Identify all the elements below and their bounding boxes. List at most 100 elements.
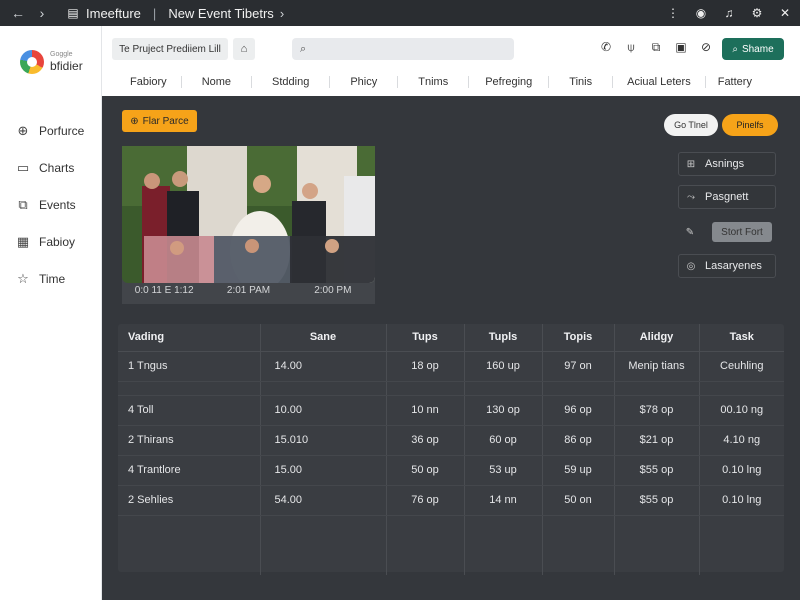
table-row[interactable]: 1 Tngus 14.00 18 op 160 up 97 on Menip t… xyxy=(118,351,784,382)
chevron-right-icon: › xyxy=(279,5,285,21)
table-empty-row xyxy=(118,515,784,575)
table-cell: 2 Sehlies xyxy=(118,485,261,516)
tab-tnims[interactable]: Tnims xyxy=(398,76,470,88)
logo-icon xyxy=(20,50,44,74)
table-cell: 54.00 xyxy=(260,485,387,516)
tab-phicy[interactable]: Phicy xyxy=(330,76,399,88)
table-cell: $78 op xyxy=(614,395,700,426)
table-row[interactable]: 2 Sehlies 54.00 76 op 14 nn 50 on $55 op… xyxy=(118,485,784,516)
column-header[interactable]: Vading xyxy=(118,324,261,352)
more-icon[interactable]: ⋮ xyxy=(666,6,680,20)
sidebar-item-label: Porfurce xyxy=(39,123,85,138)
app-title[interactable]: Imeefture xyxy=(86,6,141,21)
pinelfs-button[interactable]: Pinelfs xyxy=(722,114,778,136)
gear-icon[interactable]: ⚙ xyxy=(750,6,764,20)
table-row[interactable]: 4 Toll 10.00 10 nn 130 op 96 op $78 op 0… xyxy=(118,395,784,426)
search-input[interactable] xyxy=(312,43,493,55)
panel-item-label: Asnings xyxy=(705,158,745,170)
panel-item-lasaryenes[interactable]: ◎ Lasaryenes xyxy=(678,254,776,278)
table-cell: 10.00 xyxy=(260,395,387,426)
table-cell: $55 op xyxy=(614,455,700,486)
table-cell: 53 up xyxy=(464,455,543,486)
table-row[interactable]: 4 Trantlore 15.00 50 op 53 up 59 up $55 … xyxy=(118,455,784,486)
timestamp: 2:01 PAM xyxy=(226,285,271,296)
table-cell: 130 op xyxy=(464,395,543,426)
tag-icon[interactable]: ▣ xyxy=(674,40,688,54)
table-cell: 160 up xyxy=(464,351,543,382)
sidebar-item-charts[interactable]: ▭ Charts xyxy=(0,149,101,186)
home-button[interactable]: ⌂ xyxy=(233,38,255,60)
close-icon[interactable]: ✕ xyxy=(778,6,792,20)
table-cell: 86 op xyxy=(542,425,615,456)
sidebar-item-fabioy[interactable]: ▦ Fabioy xyxy=(0,223,101,260)
column-header[interactable]: Task xyxy=(699,324,784,352)
section-title[interactable]: New Event Tibetrs xyxy=(168,6,274,21)
table-cell: 97 on xyxy=(542,351,615,382)
search-bar[interactable]: ⌕ xyxy=(292,38,514,60)
logo[interactable]: Goggle bfidier xyxy=(0,26,101,82)
sidebar-item-time[interactable]: ☆ Time xyxy=(0,260,101,297)
column-header[interactable]: Topis xyxy=(542,324,615,352)
tab-stdding[interactable]: Stdding xyxy=(252,76,331,88)
panel-item-label: Pasgnett xyxy=(705,191,749,203)
phone-icon[interactable]: ✆ xyxy=(599,40,613,54)
header: Te Pruject Prediiem Lill ⌂ ⌕ ✆ ⍦ ⧉ ▣ ⊘ ⌕… xyxy=(102,26,800,96)
search-icon: ⌕ xyxy=(732,43,738,55)
table-cell: 1 Tngus xyxy=(118,351,261,382)
table-cell: 36 op xyxy=(386,425,465,456)
main-content: ⊕ Flar Parce 0:0 11 E 1:12 2:01 PAM 2:00… xyxy=(102,96,800,600)
bell-icon[interactable]: ♫ xyxy=(722,6,736,20)
home-icon: ⌂ xyxy=(240,43,248,55)
share-button[interactable]: ⌕ Shame xyxy=(722,38,784,60)
table-cell: 59 up xyxy=(542,455,615,486)
back-arrow-icon[interactable]: ← xyxy=(8,5,28,21)
sidebar-item-label: Time xyxy=(39,271,66,286)
column-header[interactable]: Alidgy xyxy=(614,324,700,352)
table-cell: Menip tians xyxy=(614,351,700,382)
table-cell: 2 Thirans xyxy=(118,425,261,456)
compass-icon: ⊕ xyxy=(17,122,29,138)
star-icon: ☆ xyxy=(17,270,29,286)
column-header[interactable]: Sane xyxy=(260,324,387,352)
link-icon[interactable]: ⊘ xyxy=(699,40,713,54)
sidebar-item-porfurce[interactable]: ⊕ Porfurce xyxy=(0,112,101,149)
breadcrumb-separator: | xyxy=(152,5,157,21)
table-cell: 4 Toll xyxy=(118,395,261,426)
tab-bar: Fabiory Nome Stdding Phicy Tnims Pefregi… xyxy=(102,70,800,94)
tab-nome[interactable]: Nome xyxy=(182,76,253,88)
panel-item-pasgnett[interactable]: ⤳ Pasgnett xyxy=(678,185,776,209)
search-icon: ⌕ xyxy=(300,42,307,55)
external-link-icon[interactable]: ⧉ xyxy=(649,40,663,54)
table-cell: 15.010 xyxy=(260,425,387,456)
column-header[interactable]: Tupls xyxy=(464,324,543,352)
forward-arrow-icon[interactable]: › xyxy=(32,5,52,21)
tab-aciual-leters[interactable]: Aciual Leters xyxy=(613,76,706,88)
folder-icon: ▤ xyxy=(67,6,79,20)
table-row[interactable]: 2 Thirans 15.010 36 op 60 op 86 op $21 o… xyxy=(118,425,784,456)
table-cell: 18 op xyxy=(386,351,465,382)
tab-fattery[interactable]: Fattery xyxy=(706,76,764,88)
project-label[interactable]: Te Pruject Prediiem Lill xyxy=(112,38,228,60)
event-photo[interactable] xyxy=(122,146,375,283)
logo-small-text: Goggle xyxy=(50,50,73,58)
table-cell: 0.10 lng xyxy=(699,485,784,516)
go-tlnel-button[interactable]: Go Tlnel xyxy=(664,114,718,136)
circle-icon: ◎ xyxy=(686,260,696,272)
globe-icon[interactable]: ◉ xyxy=(694,6,708,20)
timestamp: 0:0 11 E 1:12 xyxy=(134,285,194,296)
tab-fabiory[interactable]: Fabiory xyxy=(102,76,182,88)
table-cell: 4.10 ng xyxy=(699,425,784,456)
table-cell: 14 nn xyxy=(464,485,543,516)
pin-icon[interactable]: ⍦ xyxy=(624,40,638,54)
new-place-button[interactable]: ⊕ Flar Parce xyxy=(122,110,197,132)
tab-pefreging[interactable]: Pefreging xyxy=(469,76,550,88)
grid-icon: ⊞ xyxy=(686,158,696,170)
wedding-photo-image xyxy=(122,146,375,283)
sidebar-item-events[interactable]: ⧉ Events xyxy=(0,186,101,223)
column-header[interactable]: Tups xyxy=(386,324,465,352)
sort-button[interactable]: Stort Fort xyxy=(712,222,772,242)
panel-item-asnings[interactable]: ⊞ Asnings xyxy=(678,152,776,176)
chart-icon: ▭ xyxy=(16,159,30,175)
table-cell: 76 op xyxy=(386,485,465,516)
tab-tinis[interactable]: Tinis xyxy=(549,76,614,88)
